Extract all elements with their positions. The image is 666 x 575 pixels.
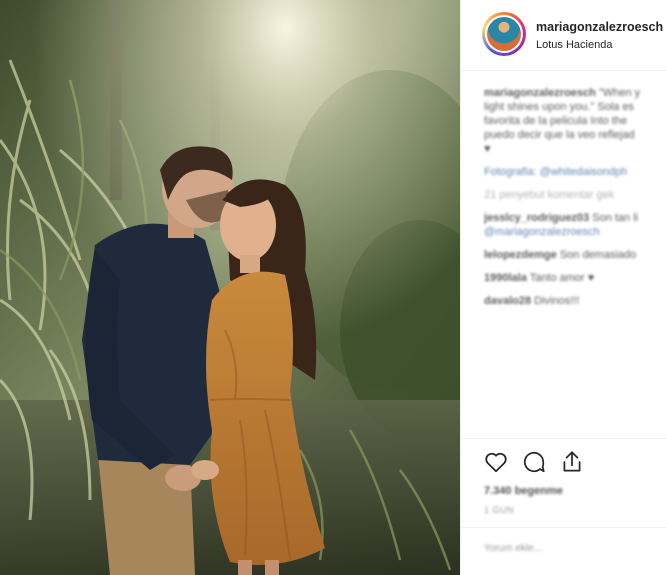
comment-text: Son demasiado	[559, 249, 637, 261]
comment-mention[interactable]: @mariagonzalezroesch	[484, 225, 666, 239]
comment-item: 1990lala Tanto amor ♥	[484, 271, 666, 285]
location-link[interactable]: Lotus Hacienda	[536, 39, 612, 51]
view-all-comments-link[interactable]: 21 penyebut komentar gek	[484, 188, 666, 202]
likes-count[interactable]: 7.340 begenme	[484, 485, 563, 497]
photographer-credit[interactable]: Fotografia: @whitedaisondph	[484, 165, 666, 179]
post-photo[interactable]	[0, 0, 460, 575]
caption-line: light shines upon you." Sola es	[484, 101, 635, 113]
post-header: mariagonzalezroesch Lotus Hacienda	[461, 0, 666, 71]
add-comment-input[interactable]: Yorum ekle...	[484, 542, 542, 555]
avatar-image	[487, 17, 521, 51]
comment-username[interactable]: 1990lala	[484, 272, 527, 284]
comment-username[interactable]: mariagonzalezroesch	[484, 87, 596, 99]
caption-line: puedo decir que la veo reflejad	[484, 129, 635, 141]
add-comment-area: Yorum ekle...	[461, 527, 666, 575]
comment-item: jesslcy_rodriguez03 Son tan li	[484, 211, 666, 225]
post-sidebar: mariagonzalezroesch Lotus Hacienda maria…	[460, 0, 666, 575]
caption-line: favorita de la pelicula Into the	[484, 115, 628, 127]
comment-text: "When y	[598, 87, 641, 99]
comment-text: Divinos!!!	[534, 295, 580, 307]
comment-item: lelopezdemge Son demasiado	[484, 248, 666, 262]
share-icon[interactable]	[559, 449, 585, 475]
post-actions: 7.340 begenme 1 GUN Yorum ekle...	[461, 438, 666, 575]
comment-username[interactable]: lelopezdemge	[484, 249, 557, 261]
caption-line: ♥	[484, 143, 491, 155]
post-timestamp: 1 GUN	[484, 505, 515, 515]
comment-text: Son tan li	[592, 212, 639, 224]
comment-text: Tanto amor ♥	[529, 272, 595, 284]
comment-item: davalo28 Divinos!!!	[484, 294, 666, 308]
couple-photo-image	[0, 0, 460, 575]
comment-icon[interactable]	[521, 449, 547, 475]
heart-icon[interactable]	[483, 449, 509, 475]
avatar[interactable]	[482, 12, 526, 56]
username-link[interactable]: mariagonzalezroesch	[536, 20, 663, 34]
comment-username[interactable]: davalo28	[484, 295, 531, 307]
comment-username[interactable]: jesslcy_rodriguez03	[484, 212, 589, 224]
caption-line: mariagonzalezroesch "When y	[484, 86, 666, 100]
comments-list: mariagonzalezroesch "When y light shines…	[484, 86, 666, 308]
